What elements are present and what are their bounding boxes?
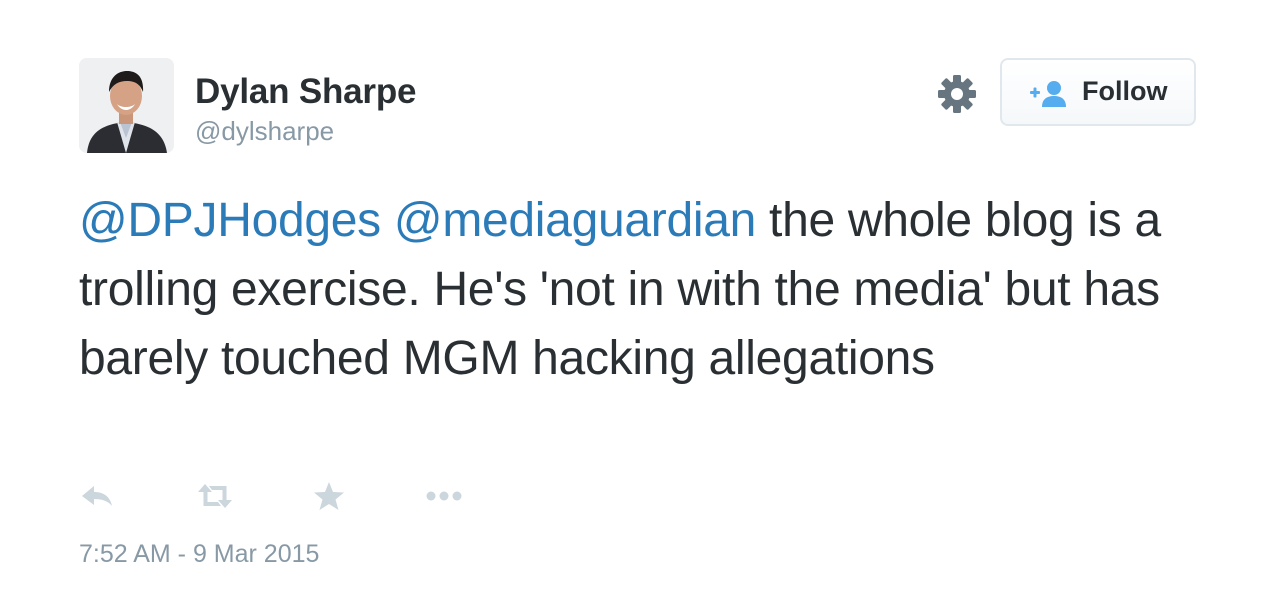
embedded-tweet: Dylan Sharpe @dylsharpe Follow @DPJHodge… [0,0,1274,592]
star-icon[interactable] [311,478,347,514]
more-icon[interactable] [424,478,464,514]
follow-button[interactable]: Follow [1000,58,1196,126]
tweet-text: @DPJHodges @mediaguardian the whole blog… [79,186,1209,393]
add-user-icon [1030,80,1068,108]
user-screen-name[interactable]: @dylsharpe [195,116,334,147]
reply-icon[interactable] [79,478,115,514]
tweet-actions [79,478,499,514]
retweet-icon[interactable] [195,478,235,514]
avatar[interactable] [79,58,174,153]
gear-icon[interactable] [937,74,977,114]
mention-link[interactable]: @mediaguardian [394,194,756,247]
follow-label: Follow [1082,76,1168,106]
user-full-name[interactable]: Dylan Sharpe [195,72,416,112]
mention-link[interactable]: @DPJHodges [79,194,381,247]
tweet-timestamp[interactable]: 7:52 AM - 9 Mar 2015 [79,540,319,569]
avatar-image [79,58,174,153]
